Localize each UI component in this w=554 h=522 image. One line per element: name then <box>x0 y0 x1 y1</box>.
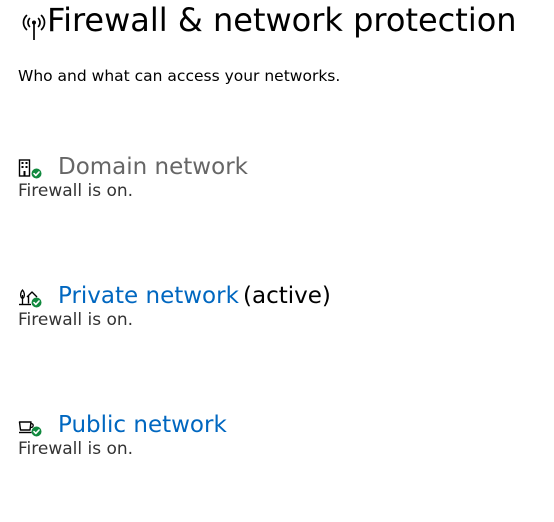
wifi-antenna-icon <box>22 14 46 40</box>
private-network-status: Firewall is on. <box>18 310 134 330</box>
network-section-public: Public network Firewall is on. <box>18 409 538 459</box>
public-network-status: Firewall is on. <box>18 439 134 459</box>
page-subtitle: Who and what can access your networks. <box>18 67 341 85</box>
page-header <box>18 6 50 46</box>
domain-network-status: Firewall is on. <box>18 181 134 201</box>
domain-building-icon <box>18 159 42 179</box>
page-title: Firewall & network protection <box>47 1 517 39</box>
private-network-active-label: (active) <box>243 283 331 309</box>
public-coffee-cup-icon <box>18 421 42 437</box>
network-section-domain: Domain network Firewall is on. <box>18 151 538 201</box>
network-section-private: Private network (active) Firewall is on. <box>18 280 538 330</box>
private-home-icon <box>19 288 42 308</box>
